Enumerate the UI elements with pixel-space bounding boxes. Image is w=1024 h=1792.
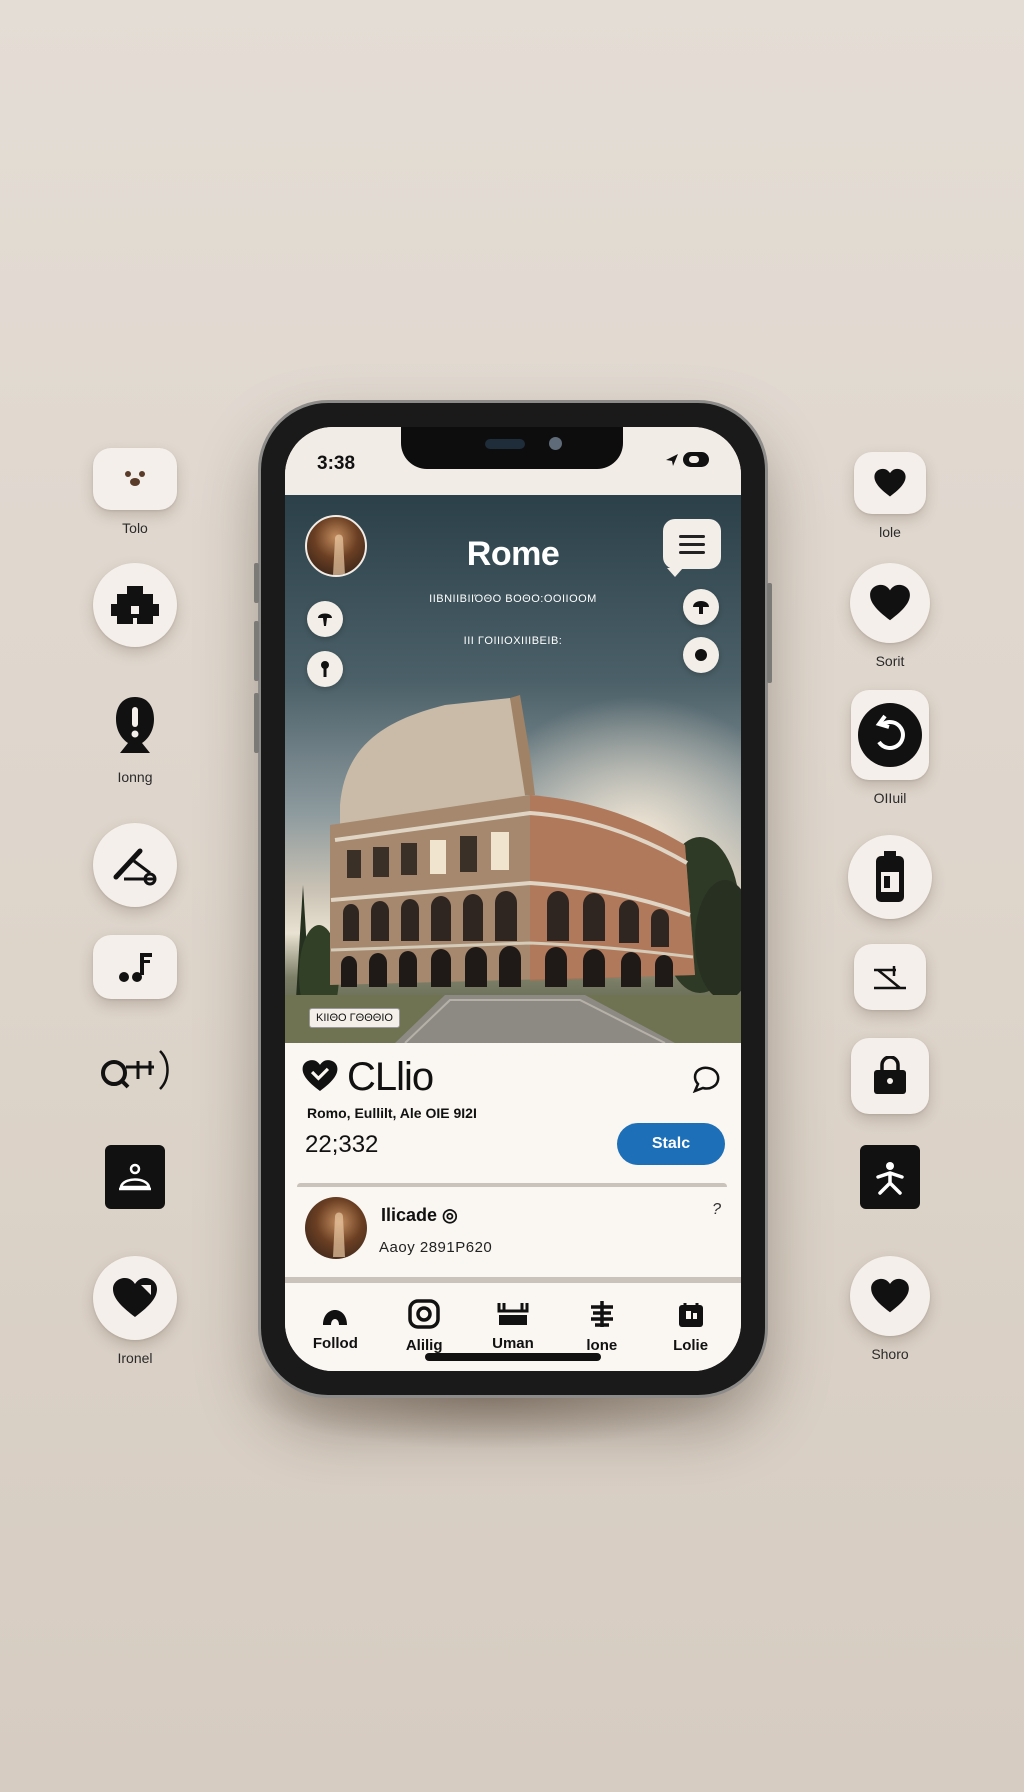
tab-label: Follod	[312, 1335, 358, 1352]
right-item-label: OIIuil	[873, 790, 907, 806]
right-item-1[interactable]: Sorit	[830, 563, 950, 669]
view-count: 22;332	[305, 1131, 379, 1158]
hero-image: Rome ΙΙΒΝΙΙΒΙΙΌΘΟ ΒΟΘΟ:ΟΟΙΙΟΟΜ ΙΙΙ ΓΟΙΙΙ…	[285, 495, 741, 1043]
right-item-label: lole	[879, 524, 901, 540]
left-item-2[interactable]: Ionng	[75, 693, 195, 785]
left-item-0[interactable]: Tolo	[75, 448, 195, 536]
bell-icon[interactable]	[105, 1145, 165, 1209]
tab-label: Alilig	[405, 1337, 443, 1354]
right-item-0[interactable]: lole	[830, 452, 950, 540]
heart-icon[interactable]	[850, 563, 930, 643]
status-time: 3:38	[317, 453, 356, 474]
left-item-5[interactable]	[75, 1044, 195, 1096]
commenter-name: Ilicade ◎	[381, 1205, 458, 1225]
right-item-3[interactable]	[830, 835, 950, 919]
right-item-label: Sorit	[875, 653, 905, 669]
front-camera	[549, 437, 562, 450]
right-item-2[interactable]: OIIuil	[830, 690, 950, 806]
hero-caption: ΙΙΙ ΓΟΙΙΙΟΧΙΙΙΒΕΙΒ:	[463, 635, 563, 647]
pin-icon	[318, 613, 332, 626]
left-item-label: Ironel	[117, 1350, 153, 1366]
left-item-6[interactable]	[75, 1145, 195, 1209]
status-icons	[665, 452, 709, 467]
menu-line	[679, 534, 705, 538]
right-item-label: Shoro	[871, 1346, 909, 1362]
info-button[interactable]	[307, 651, 343, 687]
right-item-5[interactable]	[830, 1038, 950, 1114]
basket-icon	[497, 1303, 529, 1325]
refresh-icon[interactable]	[851, 690, 929, 780]
bag-icon[interactable]	[851, 1038, 929, 1114]
left-item-7[interactable]: Ironel	[75, 1256, 195, 1366]
phone-screen: 3:38 Rome ΙΙΒΝΙΙΒΙΙΌΘΟ ΒΟΘΟ:ΟΟΙΙΟΟΜ ΙΙΙ …	[285, 427, 741, 1371]
search-link-icon[interactable]	[95, 1044, 175, 1096]
notch	[401, 427, 623, 469]
speaker	[485, 439, 525, 449]
right-item-6[interactable]	[830, 1145, 950, 1209]
bag-icon	[678, 1303, 703, 1327]
menu-button[interactable]	[663, 519, 721, 577]
dog-face-icon[interactable]	[93, 448, 177, 510]
tab-follow[interactable]: Follod	[292, 1283, 378, 1371]
heart-icon[interactable]	[854, 452, 926, 514]
right-item-4[interactable]	[830, 944, 950, 1010]
tab-label: Uman	[492, 1335, 534, 1352]
place-card: CLlio Romo, Eullilt, Ale OIE 9I2I 22;332…	[285, 1043, 741, 1190]
music-icon[interactable]	[93, 935, 177, 999]
pin-icon	[323, 1310, 348, 1325]
left-item-label: Tolo	[122, 520, 148, 536]
comment-more[interactable]: ?	[712, 1201, 721, 1219]
home-indicator[interactable]	[425, 1353, 601, 1361]
tab-label: Lolie	[673, 1337, 709, 1354]
person-icon[interactable]	[860, 1145, 920, 1209]
chart-icon[interactable]	[854, 944, 926, 1010]
heart-icon[interactable]	[850, 1256, 930, 1336]
heart-icon[interactable]	[93, 1256, 177, 1340]
left-item-label: Ionng	[117, 769, 153, 785]
left-item-1[interactable]	[75, 563, 195, 647]
left-item-4[interactable]	[75, 935, 195, 999]
mute-switch	[254, 563, 259, 603]
commenter-avatar[interactable]	[305, 1197, 367, 1259]
volume-down-key	[254, 693, 259, 753]
hero-subtitle: ΙΙΒΝΙΙΒΙΙΌΘΟ ΒΟΘΟ:ΟΟΙΙΟΟΜ	[429, 593, 597, 605]
record-icon	[695, 649, 707, 661]
camera-icon	[408, 1299, 440, 1329]
comment-icon[interactable]	[691, 1065, 721, 1093]
book-icon	[590, 1301, 613, 1327]
battery-icon	[683, 452, 709, 467]
mushroom-icon	[693, 601, 709, 614]
place-name: CLlio	[347, 1055, 434, 1099]
scissors-icon[interactable]	[93, 823, 177, 907]
pin-button[interactable]	[307, 601, 343, 637]
comment-subtitle: Aaoy 2891P620	[379, 1239, 493, 1256]
comment-row[interactable]: Ilicade ◎ Aaoy 2891P620 ?	[285, 1187, 741, 1285]
alert-bubble-icon[interactable]	[105, 693, 165, 759]
mushroom-button[interactable]	[683, 589, 719, 625]
record-button[interactable]	[683, 637, 719, 673]
left-item-3[interactable]	[75, 823, 195, 907]
menu-line	[679, 542, 705, 546]
tab-bag[interactable]: Lolie	[648, 1283, 734, 1371]
tab-label: lone	[586, 1337, 618, 1354]
menu-line	[679, 550, 705, 554]
colosseum-illustration	[285, 695, 741, 1043]
location-arrow-icon	[666, 453, 678, 466]
photo-tag[interactable]: ΚΙΙΘΟ ΓΘΘΘΙΟ	[309, 1008, 400, 1028]
place-meta: Romo, Eullilt, Ale OIE 9I2I	[307, 1105, 477, 1121]
volume-up-key	[254, 621, 259, 681]
share-button[interactable]: Stalc	[617, 1123, 725, 1165]
info-icon	[321, 661, 329, 677]
battery-icon[interactable]	[848, 835, 932, 919]
heart-icon[interactable]	[301, 1059, 339, 1093]
power-key	[767, 583, 772, 683]
puzzle-icon[interactable]	[93, 563, 177, 647]
right-item-7[interactable]: Shoro	[830, 1256, 950, 1362]
phone-frame: 3:38 Rome ΙΙΒΝΙΙΒΙΙΌΘΟ ΒΟΘΟ:ΟΟΙΙΟΟΜ ΙΙΙ …	[254, 400, 772, 1398]
